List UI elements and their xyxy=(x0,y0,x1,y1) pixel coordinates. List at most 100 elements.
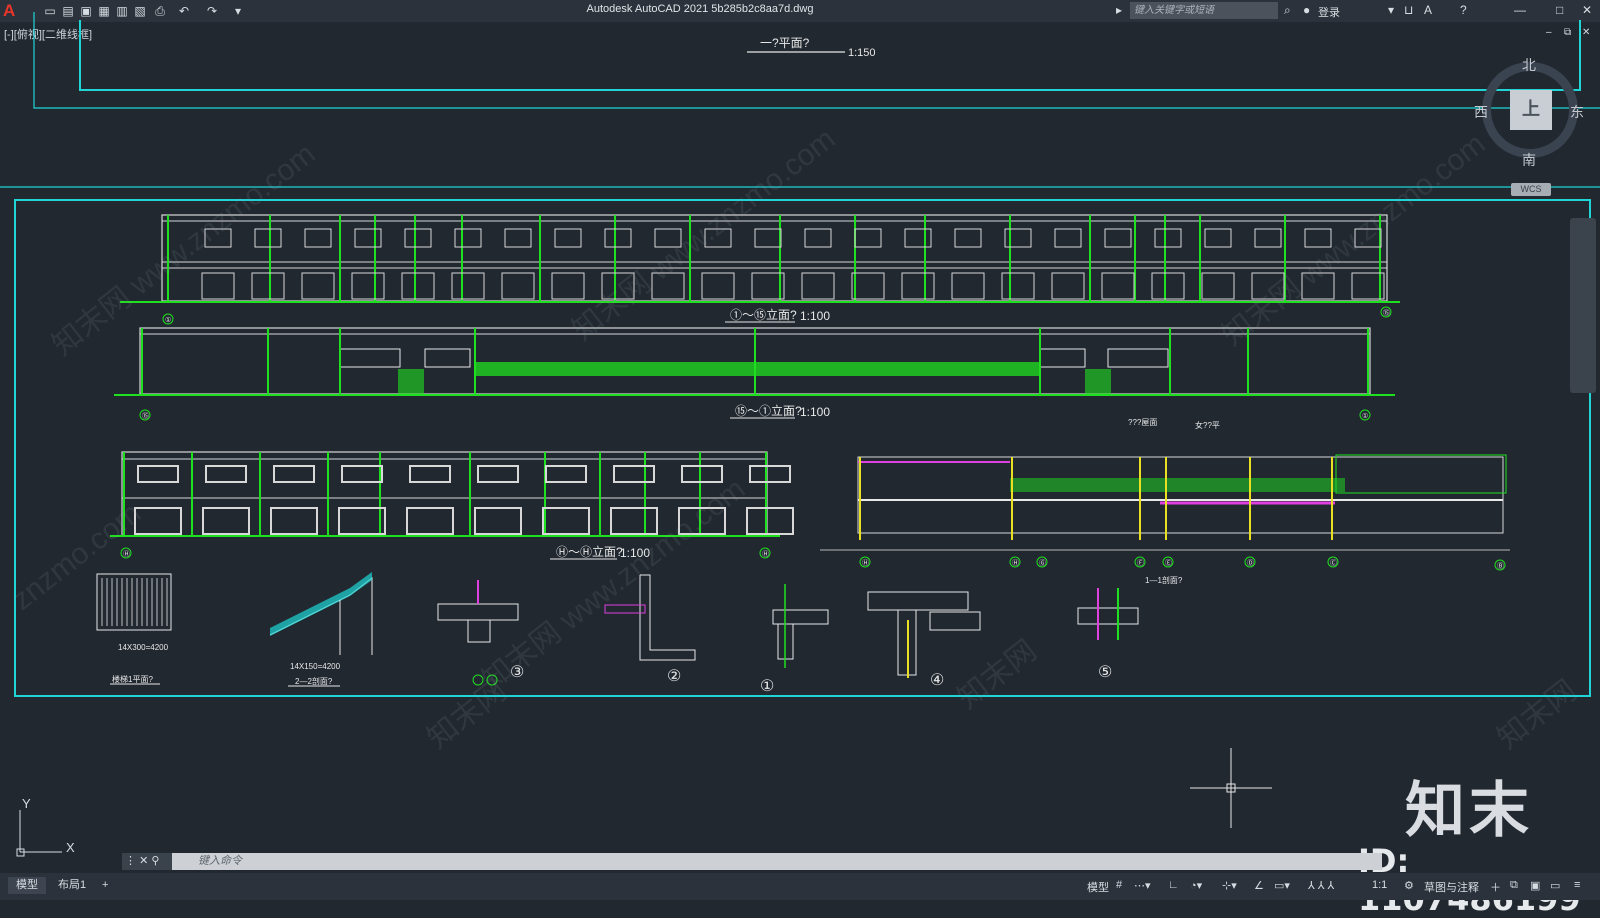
ortho-icon[interactable]: ∟ xyxy=(1168,879,1179,891)
tab-model[interactable]: 模型 xyxy=(8,877,46,894)
detail-label-4: ④ xyxy=(930,672,944,689)
window xyxy=(202,507,250,535)
window xyxy=(451,272,485,300)
window xyxy=(341,465,383,483)
window xyxy=(304,228,332,248)
window xyxy=(204,228,232,248)
window xyxy=(801,272,835,300)
window xyxy=(704,228,732,248)
window xyxy=(681,465,723,483)
window xyxy=(251,272,285,300)
compass-south[interactable]: 南 xyxy=(1522,150,1536,170)
tab-layout1[interactable]: 布局1 xyxy=(50,877,94,894)
brand-logo: 知末 xyxy=(1405,776,1533,846)
ucs-y-label: Y xyxy=(22,796,31,811)
section-1-1: ???屋面 女??平 xyxy=(820,418,1510,551)
window xyxy=(1001,272,1035,300)
compass-west[interactable]: 西 xyxy=(1474,102,1488,122)
detail-3 xyxy=(437,580,519,686)
elevation-2: ⑮～①立面? 1:100 xyxy=(114,327,1395,419)
add-layout-button[interactable]: + xyxy=(94,877,116,894)
navigation-bar[interactable] xyxy=(1570,218,1596,393)
window xyxy=(205,465,247,483)
window xyxy=(404,228,432,248)
axis-bubble: Ⓗ xyxy=(120,547,132,559)
compass-east[interactable]: 东 xyxy=(1570,102,1584,122)
otrack-icon[interactable]: ∠ xyxy=(1254,879,1264,892)
axis-label: ① xyxy=(1362,412,1368,420)
elevation-2-title: ⑮～①立面? xyxy=(735,403,802,418)
window xyxy=(477,465,519,483)
axis-bubble: Ⓑ xyxy=(1494,559,1506,571)
plus-icon[interactable]: ＋ xyxy=(1490,879,1501,895)
osnap-icon[interactable]: ⊹▾ xyxy=(1222,879,1237,892)
window xyxy=(610,507,658,535)
window xyxy=(1201,272,1235,300)
svg-text:???屋面: ???屋面 xyxy=(1128,418,1157,427)
detail-5: 1—1剖面? xyxy=(1077,575,1183,640)
grid-icon[interactable]: # xyxy=(1116,879,1122,891)
command-line-tools[interactable]: ⋮ ✕ ⚲ ▭▾ xyxy=(122,853,172,884)
annotation-icon[interactable]: ⅄ ⅄ ⅄ xyxy=(1308,879,1334,892)
compass-north[interactable]: 北 xyxy=(1522,55,1536,75)
detail-label-5: ⑤ xyxy=(1098,664,1112,681)
axis-bubble: Ⓓ xyxy=(1244,556,1256,568)
axis-label: Ⓖ xyxy=(1039,559,1046,567)
elevation-1-title: ①～⑮立面? xyxy=(730,307,797,322)
viewcube-top-face[interactable]: 上 xyxy=(1510,90,1552,130)
detail-1 xyxy=(772,584,829,668)
window xyxy=(754,228,782,248)
plan-title: 一?平面? xyxy=(760,36,810,50)
sheet-frame-top-outer xyxy=(33,12,1600,109)
annotation-scale[interactable]: 1:1 xyxy=(1372,879,1387,891)
drawing-canvas[interactable]: 一?平面? 1:150 ①～⑮立面? 1:100 ⑮～①立面? 1:100 Ⓗ～… xyxy=(0,0,1600,900)
axis-label: ① xyxy=(165,316,171,324)
polar-icon[interactable]: ◔▾ xyxy=(1190,879,1202,892)
model-space-toggle[interactable]: 模型 xyxy=(1087,879,1109,895)
window xyxy=(654,228,682,248)
isolate-icon[interactable]: ⧉ xyxy=(1510,879,1518,892)
detail-2 xyxy=(604,574,696,661)
stair-section-title: 2—2剖面? xyxy=(295,676,333,686)
axis-label: Ⓗ xyxy=(762,550,769,558)
elevation-3-title: Ⓗ～Ⓗ立面? xyxy=(556,544,623,559)
window xyxy=(1254,228,1282,248)
window xyxy=(542,507,590,535)
elevation-1: ①～⑮立面? 1:100 xyxy=(120,214,1400,323)
window xyxy=(678,507,726,535)
plan-scale: 1:150 xyxy=(848,47,876,59)
window xyxy=(254,228,282,248)
window xyxy=(1154,228,1182,248)
hardware-accel-icon[interactable]: ▣ xyxy=(1530,879,1540,892)
clean-screen-icon[interactable]: ▭ xyxy=(1550,879,1560,892)
stair-plan: 14X300=4200 楼梯1平面? xyxy=(96,573,172,685)
window xyxy=(301,272,335,300)
window xyxy=(749,465,791,483)
window xyxy=(406,507,454,535)
window xyxy=(354,228,382,248)
lineweight-icon[interactable]: ▭▾ xyxy=(1274,879,1290,892)
command-line[interactable] xyxy=(122,853,1382,870)
elevation-3-scale: 1:100 xyxy=(620,546,650,560)
stair-section: 14X150=4200 2—2剖面? xyxy=(269,572,373,687)
window xyxy=(409,465,451,483)
command-input[interactable]: 键入命令 xyxy=(198,853,242,870)
window xyxy=(401,272,435,300)
menu-icon[interactable]: ≡ xyxy=(1574,879,1580,891)
elevation-1-scale: 1:100 xyxy=(800,309,830,323)
wcs-menu[interactable]: WCS xyxy=(1511,183,1551,196)
axis-label: Ⓗ xyxy=(123,550,130,558)
gear-icon[interactable]: ⚙ xyxy=(1404,879,1414,892)
axis-label: ⑮ xyxy=(142,412,149,420)
svg-text:女??平: 女??平 xyxy=(1195,420,1220,430)
window xyxy=(1204,228,1232,248)
window xyxy=(1301,272,1335,300)
snap-icon[interactable]: ⋯▾ xyxy=(1134,879,1151,892)
stair-section-dim: 14X150=4200 xyxy=(290,662,341,671)
window xyxy=(901,272,935,300)
axis-label: Ⓑ xyxy=(1497,562,1504,570)
axis-bubble: ⑮ xyxy=(139,409,151,421)
elevation-2-scale: 1:100 xyxy=(800,405,830,419)
window xyxy=(954,228,982,248)
workspace-switch[interactable]: 草图与注释 xyxy=(1424,879,1479,895)
